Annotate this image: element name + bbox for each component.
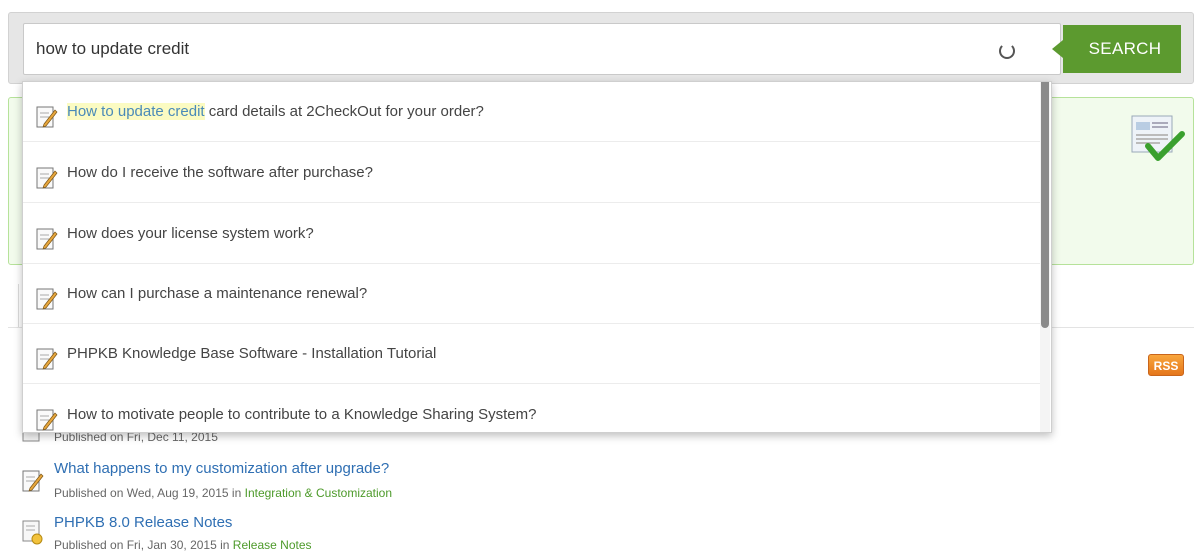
edit-document-icon: [36, 409, 58, 431]
release-notes-icon: [22, 520, 43, 545]
tab-divider: [18, 284, 19, 328]
suggestion-text: How can I purchase a maintenance renewal…: [67, 285, 368, 302]
edit-document-icon: [36, 106, 58, 128]
article-category-link[interactable]: Integration & Customization: [245, 486, 392, 500]
suggestion-item[interactable]: PHPKB Knowledge Base Software - Installa…: [23, 324, 1043, 384]
suggestion-item[interactable]: How to motivate people to contribute to …: [23, 385, 1043, 432]
search-bar: SEARCH: [8, 12, 1194, 84]
edit-document-icon: [36, 228, 58, 250]
search-input[interactable]: [23, 23, 1061, 75]
dropdown-scrollbar-thumb[interactable]: [1041, 82, 1049, 328]
suggestion-text: How do I receive the software after purc…: [67, 164, 373, 181]
suggestion-match-highlight: How to update credit: [67, 103, 205, 120]
suggestion-item[interactable]: How do I receive the software after purc…: [23, 143, 1043, 203]
suggestion-item[interactable]: How does your license system work?: [23, 204, 1043, 264]
article-category-link[interactable]: Release Notes: [233, 538, 312, 552]
article-title-link[interactable]: What happens to my customization after u…: [54, 460, 389, 477]
suggestion-text: How to motivate people to contribute to …: [67, 406, 537, 423]
article-meta: Published on Fri, Jan 30, 2015 in Releas…: [54, 538, 312, 552]
search-button[interactable]: SEARCH: [1063, 25, 1181, 73]
search-button-arrow: [1052, 40, 1063, 58]
suggestion-dropdown: How to update credit card details at 2Ch…: [22, 81, 1052, 433]
edit-document-icon: [22, 470, 44, 492]
article-meta: Published on Wed, Aug 19, 2015 in Integr…: [54, 486, 393, 500]
edit-document-icon: [36, 167, 58, 189]
suggestion-item[interactable]: How to update credit card details at 2Ch…: [23, 82, 1043, 142]
edit-document-icon: [36, 288, 58, 310]
suggestion-text: How does your license system work?: [67, 225, 314, 242]
suggestion-item[interactable]: How can I purchase a maintenance renewal…: [23, 264, 1043, 324]
loading-spinner-icon: [999, 43, 1015, 59]
suggestion-text: PHPKB Knowledge Base Software - Installa…: [67, 345, 437, 362]
article-title-link[interactable]: PHPKB 8.0 Release Notes: [54, 514, 232, 531]
edit-document-icon: [36, 348, 58, 370]
suggestion-text: How to update credit card details at 2Ch…: [67, 103, 484, 120]
document-checkmark-icon: [1131, 115, 1185, 161]
rss-icon[interactable]: RSS: [1148, 354, 1184, 376]
